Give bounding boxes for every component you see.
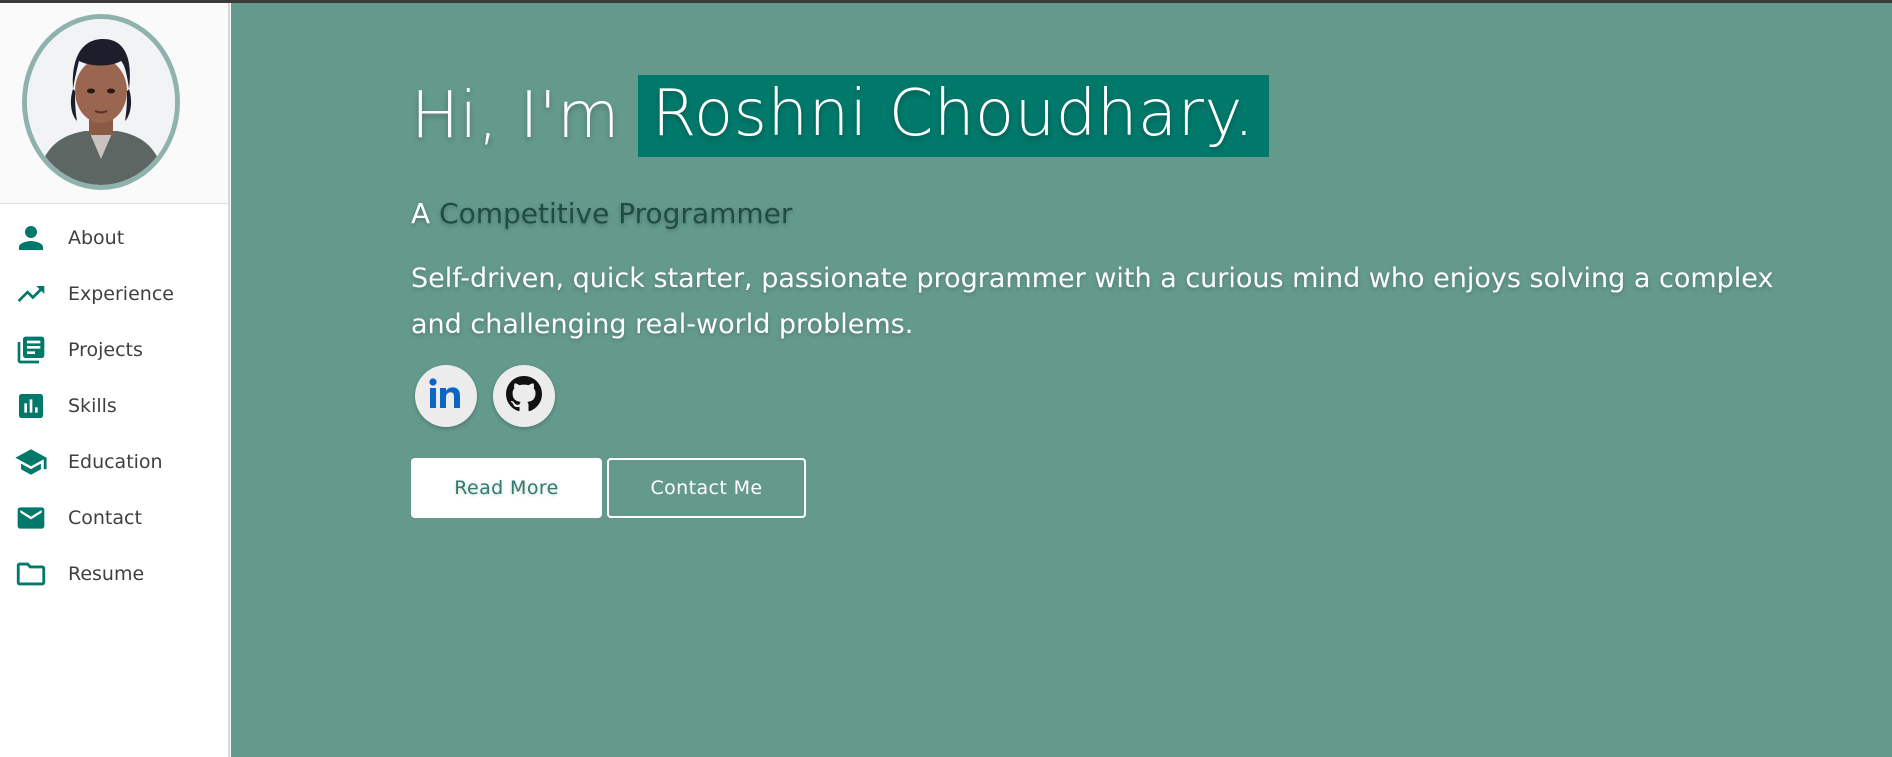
- mail-icon: [14, 501, 48, 535]
- profile-header: [0, 3, 228, 204]
- sidebar-item-contact[interactable]: Contact: [0, 490, 228, 546]
- sidebar-item-experience[interactable]: Experience: [0, 266, 228, 322]
- sidebar-item-label: Projects: [68, 339, 143, 361]
- sidebar-item-education[interactable]: Education: [0, 434, 228, 490]
- github-icon: [506, 376, 542, 416]
- sidebar-item-label: Education: [68, 451, 163, 473]
- hero-section: Hi, I'm Roshni Choudhary. A Competitive …: [231, 3, 1892, 757]
- library-books-icon: [14, 333, 48, 367]
- hero-subtitle: A Competitive Programmer: [411, 197, 792, 230]
- sidebar-item-skills[interactable]: Skills: [0, 378, 228, 434]
- hero-headline: Hi, I'm Roshni Choudhary.: [411, 75, 1269, 157]
- hero-bio: Self-driven, quick starter, passionate p…: [411, 263, 1774, 340]
- linkedin-link[interactable]: [415, 365, 477, 427]
- person-icon: [14, 221, 48, 255]
- graduation-cap-icon: [14, 445, 48, 479]
- hero-role: Competitive Programmer: [439, 197, 793, 230]
- sidebar-item-label: Contact: [68, 507, 142, 529]
- sidebar-item-label: Skills: [68, 395, 117, 417]
- folder-icon: [14, 557, 48, 591]
- sidebar-item-label: Experience: [68, 283, 174, 305]
- trending-up-icon: [14, 277, 48, 311]
- sidebar-item-about[interactable]: About: [0, 210, 228, 266]
- avatar-image: [27, 19, 175, 185]
- github-link[interactable]: [493, 365, 555, 427]
- hero-greeting: Hi, I'm: [411, 79, 620, 153]
- sidebar-item-label: Resume: [68, 563, 145, 585]
- linkedin-icon: [426, 374, 466, 418]
- sidebar-nav: About Experience Projects Skills Educati…: [0, 210, 228, 602]
- avatar: [22, 14, 180, 190]
- hero-actions: Read More Contact Me: [411, 458, 806, 518]
- sidebar-item-resume[interactable]: Resume: [0, 546, 228, 602]
- sidebar-item-projects[interactable]: Projects: [0, 322, 228, 378]
- read-more-button[interactable]: Read More: [411, 458, 602, 518]
- contact-me-button[interactable]: Contact Me: [607, 458, 806, 518]
- sidebar: About Experience Projects Skills Educati…: [0, 3, 230, 757]
- bar-chart-icon: [14, 389, 48, 423]
- social-links: [415, 365, 571, 427]
- subtitle-prefix: A: [411, 197, 431, 230]
- sidebar-item-label: About: [68, 227, 125, 249]
- hero-name: Roshni Choudhary.: [637, 75, 1269, 157]
